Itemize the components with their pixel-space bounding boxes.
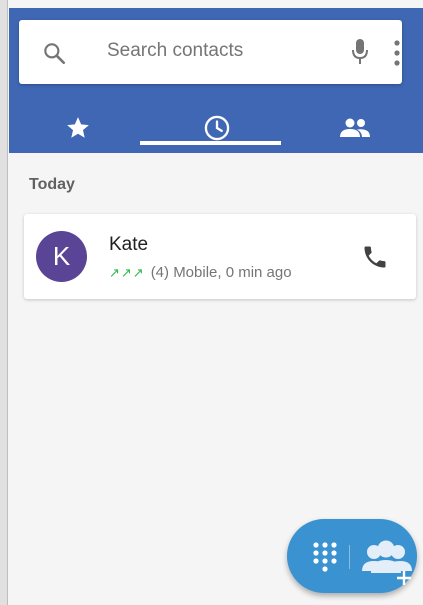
- contact-name: Kate: [109, 234, 149, 255]
- call-detail-text: (4) Mobile, 0 min ago: [150, 264, 292, 281]
- section-heading-today: Today: [29, 176, 75, 193]
- star-icon: [67, 116, 89, 138]
- avatar[interactable]: K: [36, 231, 87, 282]
- add-group-icon[interactable]: [360, 535, 414, 585]
- microphone-icon[interactable]: [351, 38, 369, 66]
- selected-tab-indicator: [140, 141, 281, 145]
- more-vertical-icon[interactable]: [394, 40, 400, 66]
- tab-recents[interactable]: [147, 102, 287, 153]
- search-icon[interactable]: [41, 40, 67, 66]
- tab-favorites[interactable]: [9, 102, 147, 153]
- tab-contacts[interactable]: [287, 102, 423, 153]
- fab-divider: [349, 545, 350, 569]
- clock-icon: [204, 115, 230, 140]
- tab-bar: [9, 102, 423, 153]
- phone-icon[interactable]: [361, 243, 389, 271]
- screen-edge: [0, 0, 8, 605]
- app-header: Search contacts: [9, 8, 423, 153]
- call-details: ↗↗↗ (4) Mobile, 0 min ago: [109, 264, 292, 281]
- floating-action-button[interactable]: [287, 519, 417, 593]
- search-input[interactable]: Search contacts: [107, 40, 243, 62]
- people-icon: [340, 118, 370, 137]
- search-bar[interactable]: Search contacts: [19, 20, 402, 84]
- recent-call-item[interactable]: K Kate ↗↗↗ (4) Mobile, 0 min ago: [24, 214, 416, 299]
- dialpad-icon[interactable]: [311, 541, 339, 575]
- outgoing-call-arrows-icon: ↗↗↗: [109, 264, 145, 280]
